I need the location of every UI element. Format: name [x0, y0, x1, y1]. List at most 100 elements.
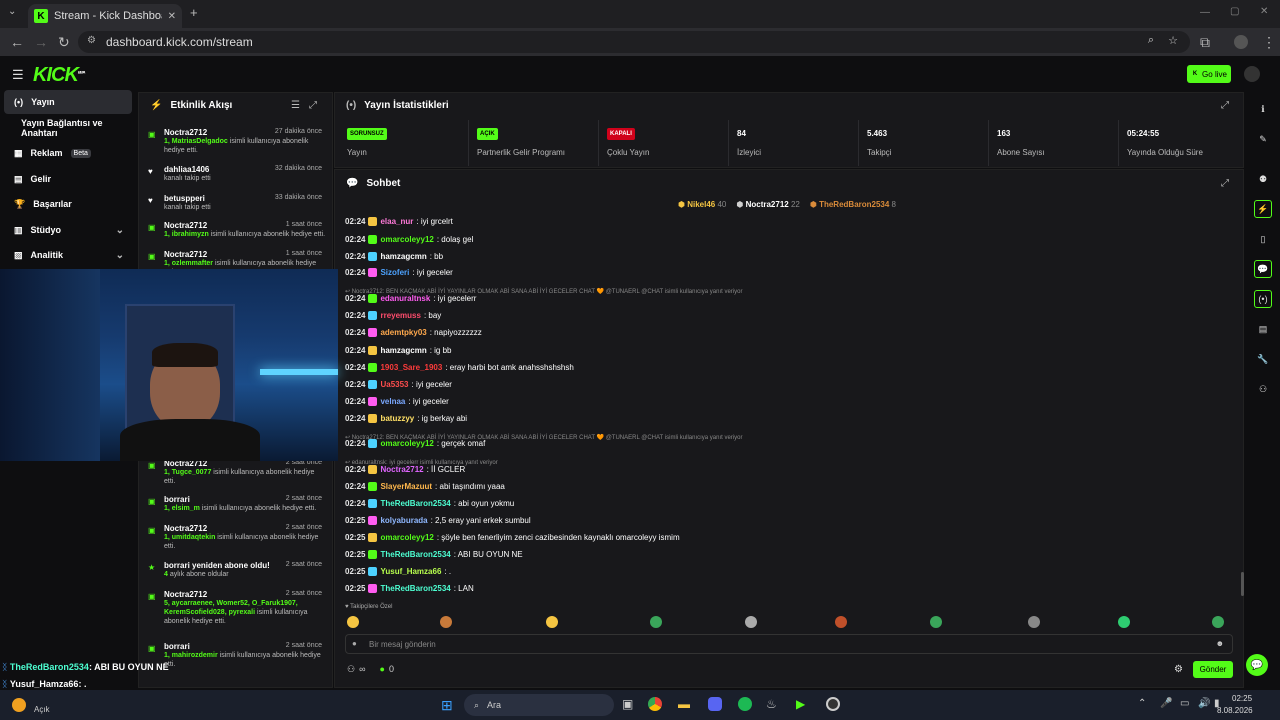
- chat-username[interactable]: rreyemuss: [380, 311, 420, 320]
- document-icon[interactable]: ▯: [1254, 234, 1272, 245]
- help-chat-icon[interactable]: 💬: [1246, 654, 1268, 676]
- chat-username[interactable]: omarcoleyy12: [380, 533, 433, 542]
- hamburger-menu-icon[interactable]: ☰: [12, 67, 24, 83]
- bug-icon[interactable]: ⚉: [1254, 174, 1272, 185]
- chevron-down-icon[interactable]: ⌄: [116, 225, 124, 236]
- spotify-icon[interactable]: [738, 697, 752, 711]
- chat-username[interactable]: kolyaburada: [380, 516, 427, 525]
- chat-username[interactable]: elaa_nur: [380, 217, 413, 226]
- share-icon[interactable]: ⚇: [1254, 384, 1272, 395]
- volume-icon[interactable]: 🔊: [1198, 698, 1210, 709]
- chat-username[interactable]: Sizoferi: [380, 268, 409, 277]
- top-gifter[interactable]: ⬢ Noctra2712 22: [736, 200, 799, 209]
- emote-icon[interactable]: [546, 616, 558, 628]
- lightning-icon[interactable]: ⚡: [1254, 200, 1272, 218]
- sidebar-item[interactable]: 🏆 Başarılar: [4, 192, 132, 216]
- chat-username[interactable]: batuzzyy: [380, 414, 414, 423]
- info-icon[interactable]: ℹ: [1254, 104, 1272, 115]
- clock-time[interactable]: 02:25: [1232, 694, 1252, 703]
- site-info-icon[interactable]: ⚙: [87, 35, 96, 46]
- close-tab-icon[interactable]: ✕: [168, 11, 176, 22]
- weather-icon[interactable]: [12, 698, 26, 712]
- zoom-icon[interactable]: ⌕: [1148, 34, 1154, 47]
- chat-username[interactable]: 1903_Sare_1903: [380, 363, 442, 372]
- forward-icon[interactable]: →: [34, 34, 48, 50]
- microphone-icon[interactable]: 🎤: [1160, 698, 1172, 709]
- top-gifter[interactable]: ⬢ Nikel46 40: [678, 200, 726, 209]
- file-explorer-icon[interactable]: ▬: [678, 697, 690, 711]
- chat-input[interactable]: ● Bir mesaj gönderin ☻: [345, 634, 1233, 654]
- close-window-icon[interactable]: ✕: [1260, 6, 1268, 17]
- user-avatar[interactable]: [1244, 66, 1260, 82]
- popout-icon[interactable]: ⤢: [309, 100, 317, 111]
- chrome-icon[interactable]: [648, 697, 662, 711]
- tab-menu-icon[interactable]: ⌄: [8, 6, 16, 17]
- emote-icon[interactable]: [1212, 616, 1224, 628]
- bookmark-star-icon[interactable]: ☆: [1168, 34, 1178, 47]
- sidebar-item[interactable]: ▨ Analitik ⌄: [4, 243, 132, 267]
- windows-start-icon[interactable]: ⊞: [441, 697, 453, 714]
- network-icon[interactable]: ▭: [1180, 698, 1189, 709]
- chat-username[interactable]: hamzagcmn: [380, 252, 426, 261]
- stats-popout-icon[interactable]: ⤢: [1221, 100, 1229, 111]
- sidebar-item[interactable]: ▤ Gelir: [4, 167, 132, 191]
- task-view-icon[interactable]: ▣: [622, 697, 633, 711]
- obs-icon[interactable]: [826, 697, 840, 711]
- kick-app-icon[interactable]: ▶: [796, 697, 805, 711]
- chat-username[interactable]: Ua5353: [380, 380, 408, 389]
- steam-icon[interactable]: ♨: [766, 697, 777, 711]
- go-live-button[interactable]: K Go live: [1187, 65, 1231, 83]
- tray-chevron-icon[interactable]: ⌃: [1138, 698, 1146, 709]
- browser-menu-icon[interactable]: ⋮: [1262, 34, 1276, 51]
- send-button[interactable]: Gönder: [1193, 661, 1233, 678]
- chat-username[interactable]: SlayerMazuut: [380, 482, 432, 491]
- wrench-icon[interactable]: 🔧: [1254, 354, 1272, 365]
- chat-username[interactable]: TheRedBaron2534: [380, 499, 450, 508]
- chat-username[interactable]: Yusuf_Hamza66: [380, 567, 441, 576]
- chat-username[interactable]: TheRedBaron2534: [380, 584, 450, 593]
- chat-username[interactable]: ademtpky03: [380, 328, 426, 337]
- chat-username[interactable]: omarcoleyy12: [380, 235, 433, 244]
- chat-username[interactable]: Noctra2712: [380, 465, 423, 474]
- chat-settings-icon[interactable]: ⚙: [1174, 664, 1183, 675]
- discord-icon[interactable]: [708, 697, 722, 711]
- top-gifter[interactable]: ⬢ TheRedBaron2534 8: [810, 200, 896, 209]
- chevron-down-icon[interactable]: ⌄: [116, 250, 124, 261]
- filter-icon[interactable]: ☰: [291, 100, 300, 111]
- taskbar-search[interactable]: ⌕ Ara: [464, 694, 614, 716]
- chat-username[interactable]: velnaa: [380, 397, 405, 406]
- pencil-icon[interactable]: ✎: [1254, 134, 1272, 145]
- emote-icon[interactable]: [835, 616, 847, 628]
- maximize-icon[interactable]: ▢: [1230, 6, 1239, 17]
- profile-avatar[interactable]: [1234, 35, 1248, 49]
- chat-icon[interactable]: 💬: [1254, 260, 1272, 278]
- reload-icon[interactable]: ↻: [58, 34, 70, 51]
- kick-logo[interactable]: KICKBETA: [33, 64, 85, 87]
- emoji-picker-icon[interactable]: ☻: [1216, 639, 1224, 648]
- emote-icon[interactable]: [1118, 616, 1130, 628]
- emote-icon[interactable]: [440, 616, 452, 628]
- sidebar-item[interactable]: (•) Yayın: [4, 90, 132, 114]
- new-tab-icon[interactable]: +: [190, 5, 198, 20]
- url-field[interactable]: ⚙ dashboard.kick.com/stream ⌕ ☆: [78, 31, 1190, 53]
- emote-icon[interactable]: [745, 616, 757, 628]
- emote-icon[interactable]: [930, 616, 942, 628]
- chat-username[interactable]: omarcoleyy12: [380, 439, 433, 448]
- chat-scrollbar[interactable]: [1241, 572, 1244, 596]
- sidebar-item[interactable]: ▥ Stüdyo ⌄: [4, 218, 132, 242]
- emote-icon[interactable]: [347, 616, 359, 628]
- chat-popout-icon[interactable]: ⤢: [1221, 178, 1229, 189]
- minimize-icon[interactable]: —: [1200, 7, 1210, 18]
- sidebar-item[interactable]: ▦ Reklam Beta: [4, 141, 132, 165]
- back-icon[interactable]: ←: [10, 34, 24, 50]
- users-icon[interactable]: ⚇: [347, 664, 355, 675]
- sidebar-item[interactable]: Yayın Bağlantısı ve Anahtarı: [4, 116, 132, 140]
- clock-date[interactable]: 8.08.2026: [1217, 706, 1253, 715]
- emote-icon[interactable]: [1028, 616, 1040, 628]
- broadcast-icon[interactable]: (•): [1254, 290, 1272, 308]
- extensions-icon[interactable]: ⧉: [1200, 34, 1210, 51]
- chat-username[interactable]: hamzagcmn: [380, 346, 426, 355]
- chat-username[interactable]: TheRedBaron2534: [380, 550, 450, 559]
- browser-tab[interactable]: K Stream - Kick Dashboard ✕: [28, 4, 182, 28]
- emote-icon[interactable]: [650, 616, 662, 628]
